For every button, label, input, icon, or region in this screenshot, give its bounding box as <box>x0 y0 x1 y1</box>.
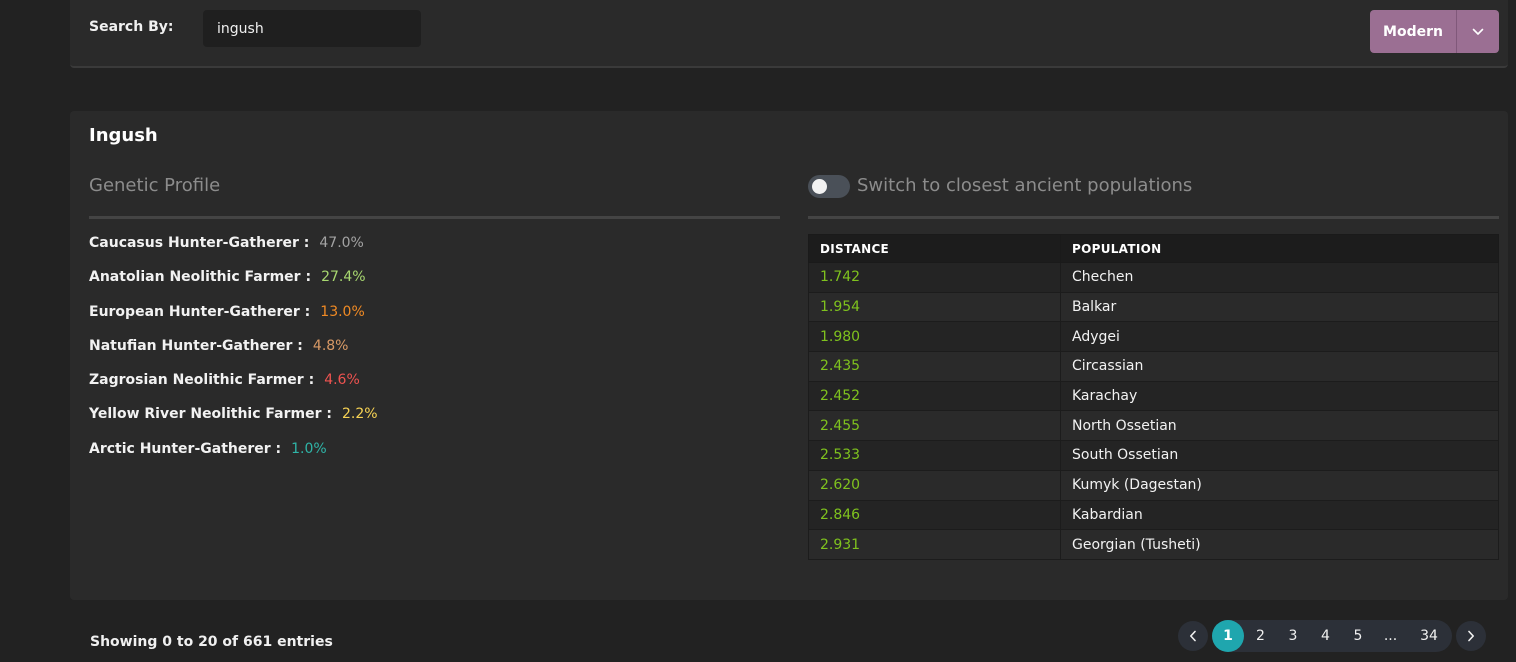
table-row[interactable]: 2.931 Georgian (Tusheti) <box>808 529 1499 560</box>
profile-row: Arctic Hunter-Gatherer : 1.0% <box>89 441 378 475</box>
toggle-knob[interactable] <box>812 179 827 194</box>
distance-cell: 2.455 <box>808 410 1061 442</box>
page-ellipsis: ... <box>1383 628 1398 644</box>
component-value: 2.2% <box>341 406 378 423</box>
component-name: Natufian Hunter-Gatherer : <box>89 337 303 354</box>
table-row[interactable]: 2.620 Kumyk (Dagestan) <box>808 469 1499 501</box>
table-row[interactable]: 2.533 South Ossetian <box>808 440 1499 471</box>
component-value: 13.0% <box>320 303 365 320</box>
column-header-distance[interactable]: DISTANCE <box>808 234 1061 263</box>
ancient-toggle-label: Switch to closest ancient populations <box>857 175 1193 196</box>
component-name: Caucasus Hunter-Gatherer : <box>89 235 310 251</box>
chevron-left-icon <box>1190 630 1196 642</box>
table-row[interactable]: 2.455 North Ossetian <box>808 410 1499 442</box>
population-cell: Karachay <box>1060 380 1499 412</box>
table-row[interactable]: 1.980 Adygei <box>808 321 1499 353</box>
page-button-4[interactable]: 4 <box>1310 620 1342 652</box>
component-name: Arctic Hunter-Gatherer : <box>89 440 282 457</box>
distance-cell: 2.620 <box>808 469 1061 501</box>
distance-table: DISTANCE POPULATION 1.742 Chechen 1.954 Bal… <box>808 234 1499 560</box>
mode-dropdown[interactable]: Modern <box>1370 10 1499 53</box>
next-page-button[interactable] <box>1455 621 1486 651</box>
page-button-3[interactable]: 3 <box>1277 620 1309 652</box>
population-cell: North Ossetian <box>1060 410 1499 442</box>
distance-cell: 2.452 <box>808 380 1061 412</box>
column-header-population[interactable]: POPULATION <box>1060 234 1499 263</box>
distance-cell: 1.742 <box>808 262 1061 293</box>
population-cell: South Ossetian <box>1060 440 1499 471</box>
component-name: European Hunter-Gatherer : <box>89 303 311 320</box>
chevron-down-icon <box>1472 28 1484 35</box>
page-list: 1 2 3 4 5... 34 <box>1212 620 1452 652</box>
ancient-populations-toggle[interactable] <box>808 175 850 198</box>
profile-row: Yellow River Neolithic Farmer : 2.2% <box>89 406 378 440</box>
search-input[interactable] <box>203 10 421 47</box>
population-cell: Adygei <box>1060 321 1499 353</box>
distance-cell: 2.533 <box>808 440 1061 471</box>
population-cell: Chechen <box>1060 262 1499 293</box>
profile-row: Anatolian Neolithic Farmer : 27.4% <box>89 269 378 303</box>
pagination: 1 2 3 4 5... 34 <box>1178 620 1486 652</box>
profile-row: Caucasus Hunter-Gatherer : 47.0% <box>89 235 378 269</box>
table-row[interactable]: 2.846 Kabardian <box>808 499 1499 531</box>
table-row[interactable]: 2.452 Karachay <box>808 380 1499 412</box>
component-name: Zagrosian Neolithic Farmer : <box>89 372 315 389</box>
page-button-5[interactable]: 5 <box>1342 620 1374 652</box>
population-card: Ingush Genetic Profile Caucasus Hunter-G… <box>70 111 1508 600</box>
distance-cell: 2.435 <box>808 351 1061 382</box>
prev-page-button[interactable] <box>1178 621 1208 651</box>
search-label: Search By: <box>89 19 174 35</box>
component-value: 47.0% <box>319 235 364 251</box>
table-row[interactable]: 1.742 Chechen <box>808 262 1499 293</box>
component-value: 27.4% <box>321 269 366 286</box>
search-panel: Search By: Modern <box>70 0 1508 68</box>
population-cell: Kabardian <box>1060 499 1499 531</box>
component-name: Yellow River Neolithic Farmer : <box>89 406 332 423</box>
page-button-1[interactable]: 1 <box>1212 620 1244 652</box>
genetic-profile-heading: Genetic Profile <box>89 175 221 196</box>
component-value: 1.0% <box>291 440 327 457</box>
chevron-right-icon <box>1467 630 1474 642</box>
divider <box>808 216 1499 219</box>
population-cell: Circassian <box>1060 351 1499 382</box>
genetic-profile-list: Caucasus Hunter-Gatherer : 47.0% Anatolian… <box>89 235 378 475</box>
mode-button-label[interactable]: Modern <box>1370 10 1457 53</box>
table-header-row: DISTANCE POPULATION <box>808 234 1499 263</box>
profile-row: Natufian Hunter-Gatherer : 4.8% <box>89 338 378 372</box>
component-value: 4.8% <box>312 337 349 354</box>
population-cell: Kumyk (Dagestan) <box>1060 469 1499 501</box>
distance-cell: 2.931 <box>808 529 1061 560</box>
distance-cell: 1.980 <box>808 321 1061 353</box>
table-row[interactable]: 2.435 Circassian <box>808 351 1499 382</box>
population-title: Ingush <box>89 125 158 146</box>
table-row[interactable]: 1.954 Balkar <box>808 291 1499 323</box>
distance-cell: 1.954 <box>808 291 1061 323</box>
profile-row: European Hunter-Gatherer : 13.0% <box>89 304 378 338</box>
population-cell: Balkar <box>1060 291 1499 323</box>
mode-caret-button[interactable] <box>1457 10 1499 53</box>
entries-info: Showing 0 to 20 of 661 entries <box>90 634 333 650</box>
component-value: 4.6% <box>324 372 360 389</box>
profile-row: Zagrosian Neolithic Farmer : 4.6% <box>89 372 378 406</box>
page-button-34[interactable]: 34 <box>1407 620 1451 652</box>
population-cell: Georgian (Tusheti) <box>1060 529 1499 560</box>
divider <box>89 216 780 219</box>
component-name: Anatolian Neolithic Farmer : <box>89 269 312 286</box>
distance-cell: 2.846 <box>808 499 1061 531</box>
page-button-2[interactable]: 2 <box>1245 620 1277 652</box>
